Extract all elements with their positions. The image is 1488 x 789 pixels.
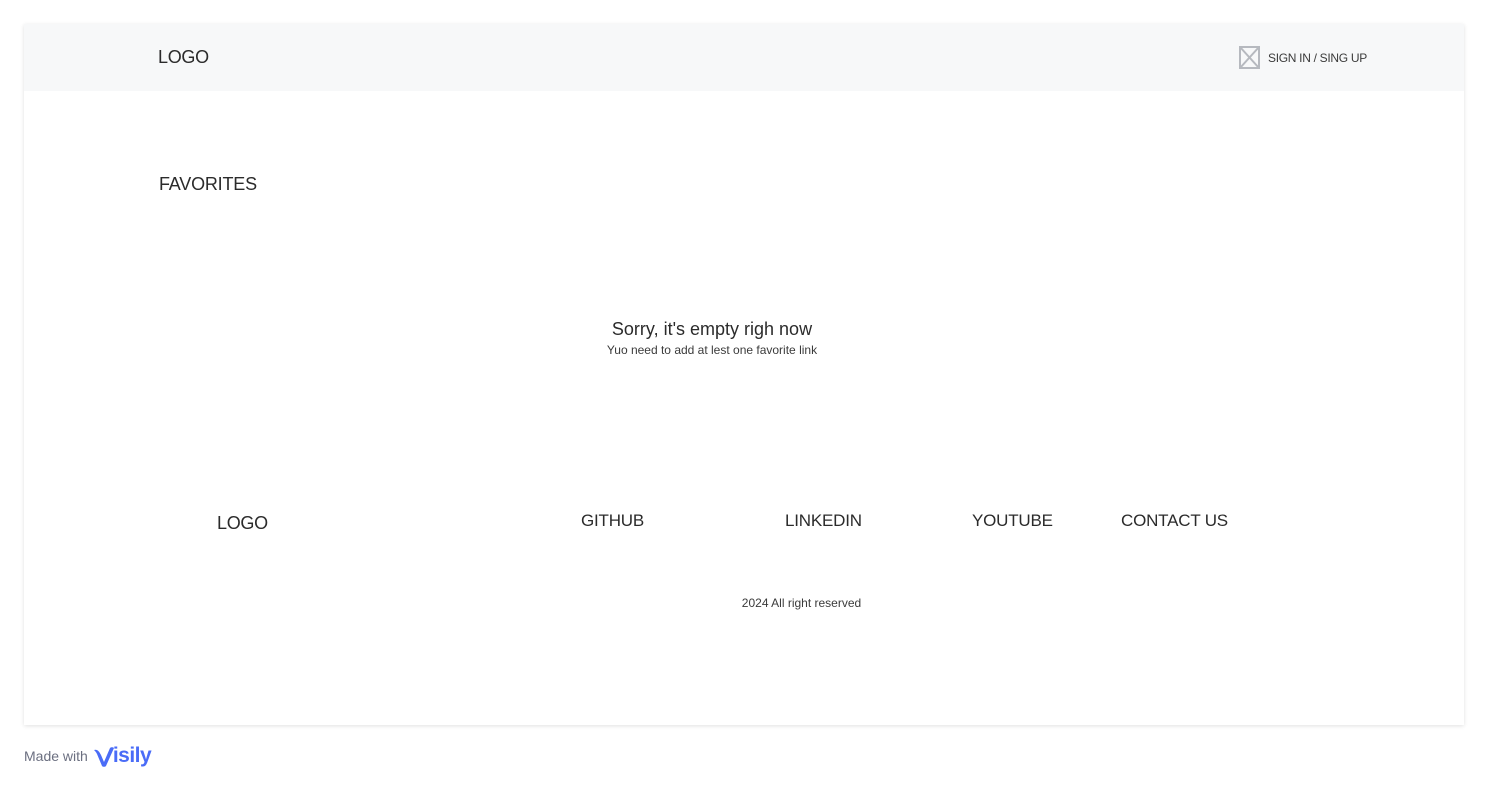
empty-state: Sorry, it's empty righ now Yuo need to a… bbox=[512, 318, 912, 358]
page-frame: LOGO SIGN IN / SING UP FAVORITES Sorry, … bbox=[24, 24, 1464, 725]
footer-link-youtube[interactable]: YOUTUBE bbox=[972, 511, 1053, 531]
image-placeholder-icon bbox=[1239, 46, 1260, 69]
made-with-badge[interactable]: Made with isily bbox=[24, 744, 152, 768]
copyright-text: 2024 All right reserved bbox=[741, 596, 862, 610]
visily-v-icon bbox=[93, 747, 114, 767]
page-title: FAVORITES bbox=[159, 174, 257, 194]
visily-logo: isily bbox=[93, 744, 152, 768]
visily-brand-text: isily bbox=[112, 744, 152, 767]
header-logo[interactable]: LOGO bbox=[158, 47, 209, 68]
footer-link-linkedin[interactable]: LINKEDIN bbox=[785, 511, 862, 531]
header: LOGO SIGN IN / SING UP bbox=[24, 24, 1464, 91]
footer-logo[interactable]: LOGO bbox=[217, 513, 268, 534]
footer-link-github[interactable]: GITHUB bbox=[581, 511, 644, 531]
footer-link-contact-us[interactable]: CONTACT US bbox=[1121, 511, 1228, 531]
sign-in-label: SIGN IN / SING UP bbox=[1268, 50, 1367, 65]
sign-in-button[interactable]: SIGN IN / SING UP bbox=[1239, 46, 1367, 69]
empty-state-subtitle: Yuo need to add at lest one favorite lin… bbox=[606, 343, 818, 357]
empty-state-title: Sorry, it's empty righ now bbox=[611, 319, 813, 339]
made-with-label: Made with bbox=[24, 748, 88, 764]
